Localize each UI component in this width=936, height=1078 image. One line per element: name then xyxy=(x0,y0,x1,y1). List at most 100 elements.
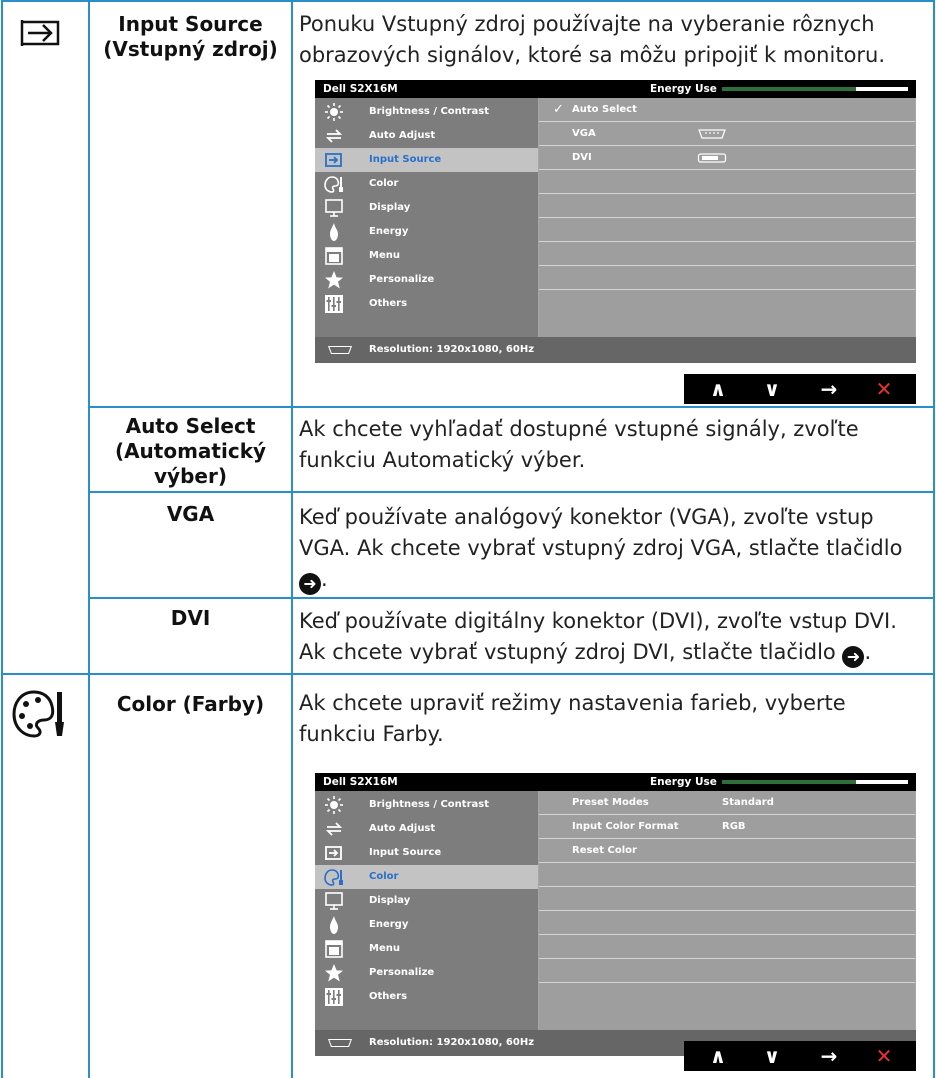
arrow-right-circle-icon: ➜ xyxy=(299,573,321,595)
color-icon xyxy=(324,176,343,193)
nav-enter-button[interactable]: → xyxy=(801,374,857,404)
osd-menu-item-label: Input Source xyxy=(369,847,442,858)
osd-menu-item-label: Auto Adjust xyxy=(369,130,436,141)
osd-resolution: Resolution: 1920x1080, 60Hz xyxy=(369,344,535,355)
display-icon xyxy=(325,892,343,910)
osd-option-dvi[interactable]: DVI xyxy=(539,146,915,170)
osd-menu-item-label: Input Source xyxy=(369,154,442,165)
osd-option-input-color-format[interactable]: Input Color Format RGB xyxy=(539,815,915,839)
osd-empty-row xyxy=(539,170,915,194)
osd-menu-item-label: Others xyxy=(369,298,408,309)
energy-bar-fill xyxy=(722,87,856,91)
input-source-icon xyxy=(20,20,60,46)
menu-icon xyxy=(325,940,343,958)
osd-model: Dell S2X16M xyxy=(323,776,398,788)
input-source-icon xyxy=(325,153,342,167)
osd-resolution: Resolution: 1920x1080, 60Hz xyxy=(369,1037,535,1048)
row-label-input-source: Input Source (Vstupný zdroj) xyxy=(103,12,278,61)
osd-empty-row xyxy=(539,959,915,983)
osd-empty-row xyxy=(539,911,915,935)
osd-energy-label: Energy Use xyxy=(650,776,717,788)
osd-nav-bar: ∧ ∨ → ✕ xyxy=(684,374,916,404)
osd-nav-bar: ∧ ∨ → ✕ xyxy=(684,1041,916,1071)
osd-menu-item-label: Personalize xyxy=(369,274,435,285)
row-label-dvi: DVI xyxy=(170,606,211,630)
star-icon xyxy=(325,964,343,982)
osd-menu-item-others[interactable]: Others xyxy=(315,292,538,316)
osd-menu-item-label: Menu xyxy=(369,943,400,954)
auto-adjust-icon xyxy=(325,129,343,143)
osd-empty-row xyxy=(539,983,915,1030)
nav-enter-button[interactable]: → xyxy=(801,1041,857,1071)
brightness-icon xyxy=(325,103,343,121)
osd-empty-row xyxy=(539,290,915,337)
osd-input-source: Dell S2X16M Energy Use Brightness / Cont… xyxy=(315,80,916,363)
osd-energy-label: Energy Use xyxy=(650,83,717,95)
nav-exit-button[interactable]: ✕ xyxy=(856,1041,912,1071)
osd-menu-item-others[interactable]: Others xyxy=(315,985,538,1009)
energy-bar xyxy=(722,87,908,91)
osd-menu-item-label: Others xyxy=(369,991,408,1002)
row-desc-vga: Keď používate analógový konektor (VGA), … xyxy=(299,505,903,595)
osd-option-auto-select[interactable]: ✓ Auto Select xyxy=(539,98,915,122)
osd-submenu: ✓ Auto Select VGA DVI xyxy=(538,98,916,337)
color-palette-icon xyxy=(12,690,64,738)
nav-down-button[interactable]: ∨ xyxy=(744,374,800,404)
osd-menu-item-display[interactable]: Display xyxy=(315,196,538,220)
row-divider xyxy=(88,597,935,599)
nav-exit-button[interactable]: ✕ xyxy=(856,374,912,404)
osd-menu-item-auto-adjust[interactable]: Auto Adjust xyxy=(315,124,538,148)
vga-connector-icon xyxy=(327,346,353,354)
osd-option-reset-color[interactable]: Reset Color xyxy=(539,839,915,863)
osd-option-vga[interactable]: VGA xyxy=(539,122,915,146)
osd-menu-item-menu[interactable]: Menu xyxy=(315,244,538,268)
osd-model: Dell S2X16M xyxy=(323,83,398,95)
osd-empty-row xyxy=(539,218,915,242)
table-border-right xyxy=(933,0,935,1078)
vga-connector-icon xyxy=(698,129,726,139)
osd-menu: Brightness / Contrast Auto Adjust Input So… xyxy=(315,791,538,1030)
osd-menu-item-personalize[interactable]: Personalize xyxy=(315,961,538,985)
table-border-col1 xyxy=(88,0,90,1078)
osd-menu-item-energy[interactable]: Energy xyxy=(315,913,538,937)
osd-menu-item-auto-adjust[interactable]: Auto Adjust xyxy=(315,817,538,841)
energy-icon xyxy=(330,223,338,241)
dvi-connector-icon xyxy=(697,153,727,163)
auto-adjust-icon xyxy=(325,822,343,836)
osd-menu-item-color[interactable]: Color xyxy=(315,172,538,196)
osd-menu-item-menu[interactable]: Menu xyxy=(315,937,538,961)
row-divider xyxy=(1,673,935,675)
display-icon xyxy=(325,199,343,217)
osd-empty-row xyxy=(539,935,915,959)
row-label-vga: VGA xyxy=(166,502,215,526)
osd-menu-item-label: Menu xyxy=(369,250,400,261)
osd-color: Dell S2X16M Energy Use Brightness / Cont… xyxy=(315,773,916,1056)
osd-menu-item-energy[interactable]: Energy xyxy=(315,220,538,244)
row-divider xyxy=(88,491,935,493)
brightness-icon xyxy=(325,796,343,814)
osd-menu-item-brightness-contrast[interactable]: Brightness / Contrast xyxy=(315,793,538,817)
row-desc-input-source: Ponuku Vstupný zdroj používajte na vyber… xyxy=(299,12,886,67)
osd-menu-item-label: Color xyxy=(369,178,399,189)
osd-menu-item-display[interactable]: Display xyxy=(315,889,538,913)
osd-option-preset-modes[interactable]: Preset Modes Standard xyxy=(539,791,915,815)
osd-menu-item-color[interactable]: Color xyxy=(315,865,538,889)
osd-menu-item-personalize[interactable]: Personalize xyxy=(315,268,538,292)
menu-icon xyxy=(325,247,343,265)
sliders-icon xyxy=(325,295,343,313)
osd-header: Dell S2X16M Energy Use xyxy=(315,773,916,791)
osd-menu-item-input-source[interactable]: Input Source xyxy=(315,148,538,172)
osd-menu-item-brightness-contrast[interactable]: Brightness / Contrast xyxy=(315,100,538,124)
osd-menu-item-label: Energy xyxy=(369,919,409,930)
nav-down-button[interactable]: ∨ xyxy=(744,1041,800,1071)
energy-bar xyxy=(722,780,908,784)
osd-header: Dell S2X16M Energy Use xyxy=(315,80,916,98)
osd-menu: Brightness / Contrast Auto Adjust Input So… xyxy=(315,98,538,337)
nav-up-button[interactable]: ∧ xyxy=(690,1041,746,1071)
osd-menu-item-label: Display xyxy=(369,202,411,213)
table-border-col2 xyxy=(291,0,293,1078)
arrow-right-circle-icon: ➜ xyxy=(842,646,865,668)
osd-menu-item-input-source[interactable]: Input Source xyxy=(315,841,538,865)
nav-up-button[interactable]: ∧ xyxy=(690,374,746,404)
row-label-auto-select: Auto Select (Automatický výber) xyxy=(114,414,267,488)
